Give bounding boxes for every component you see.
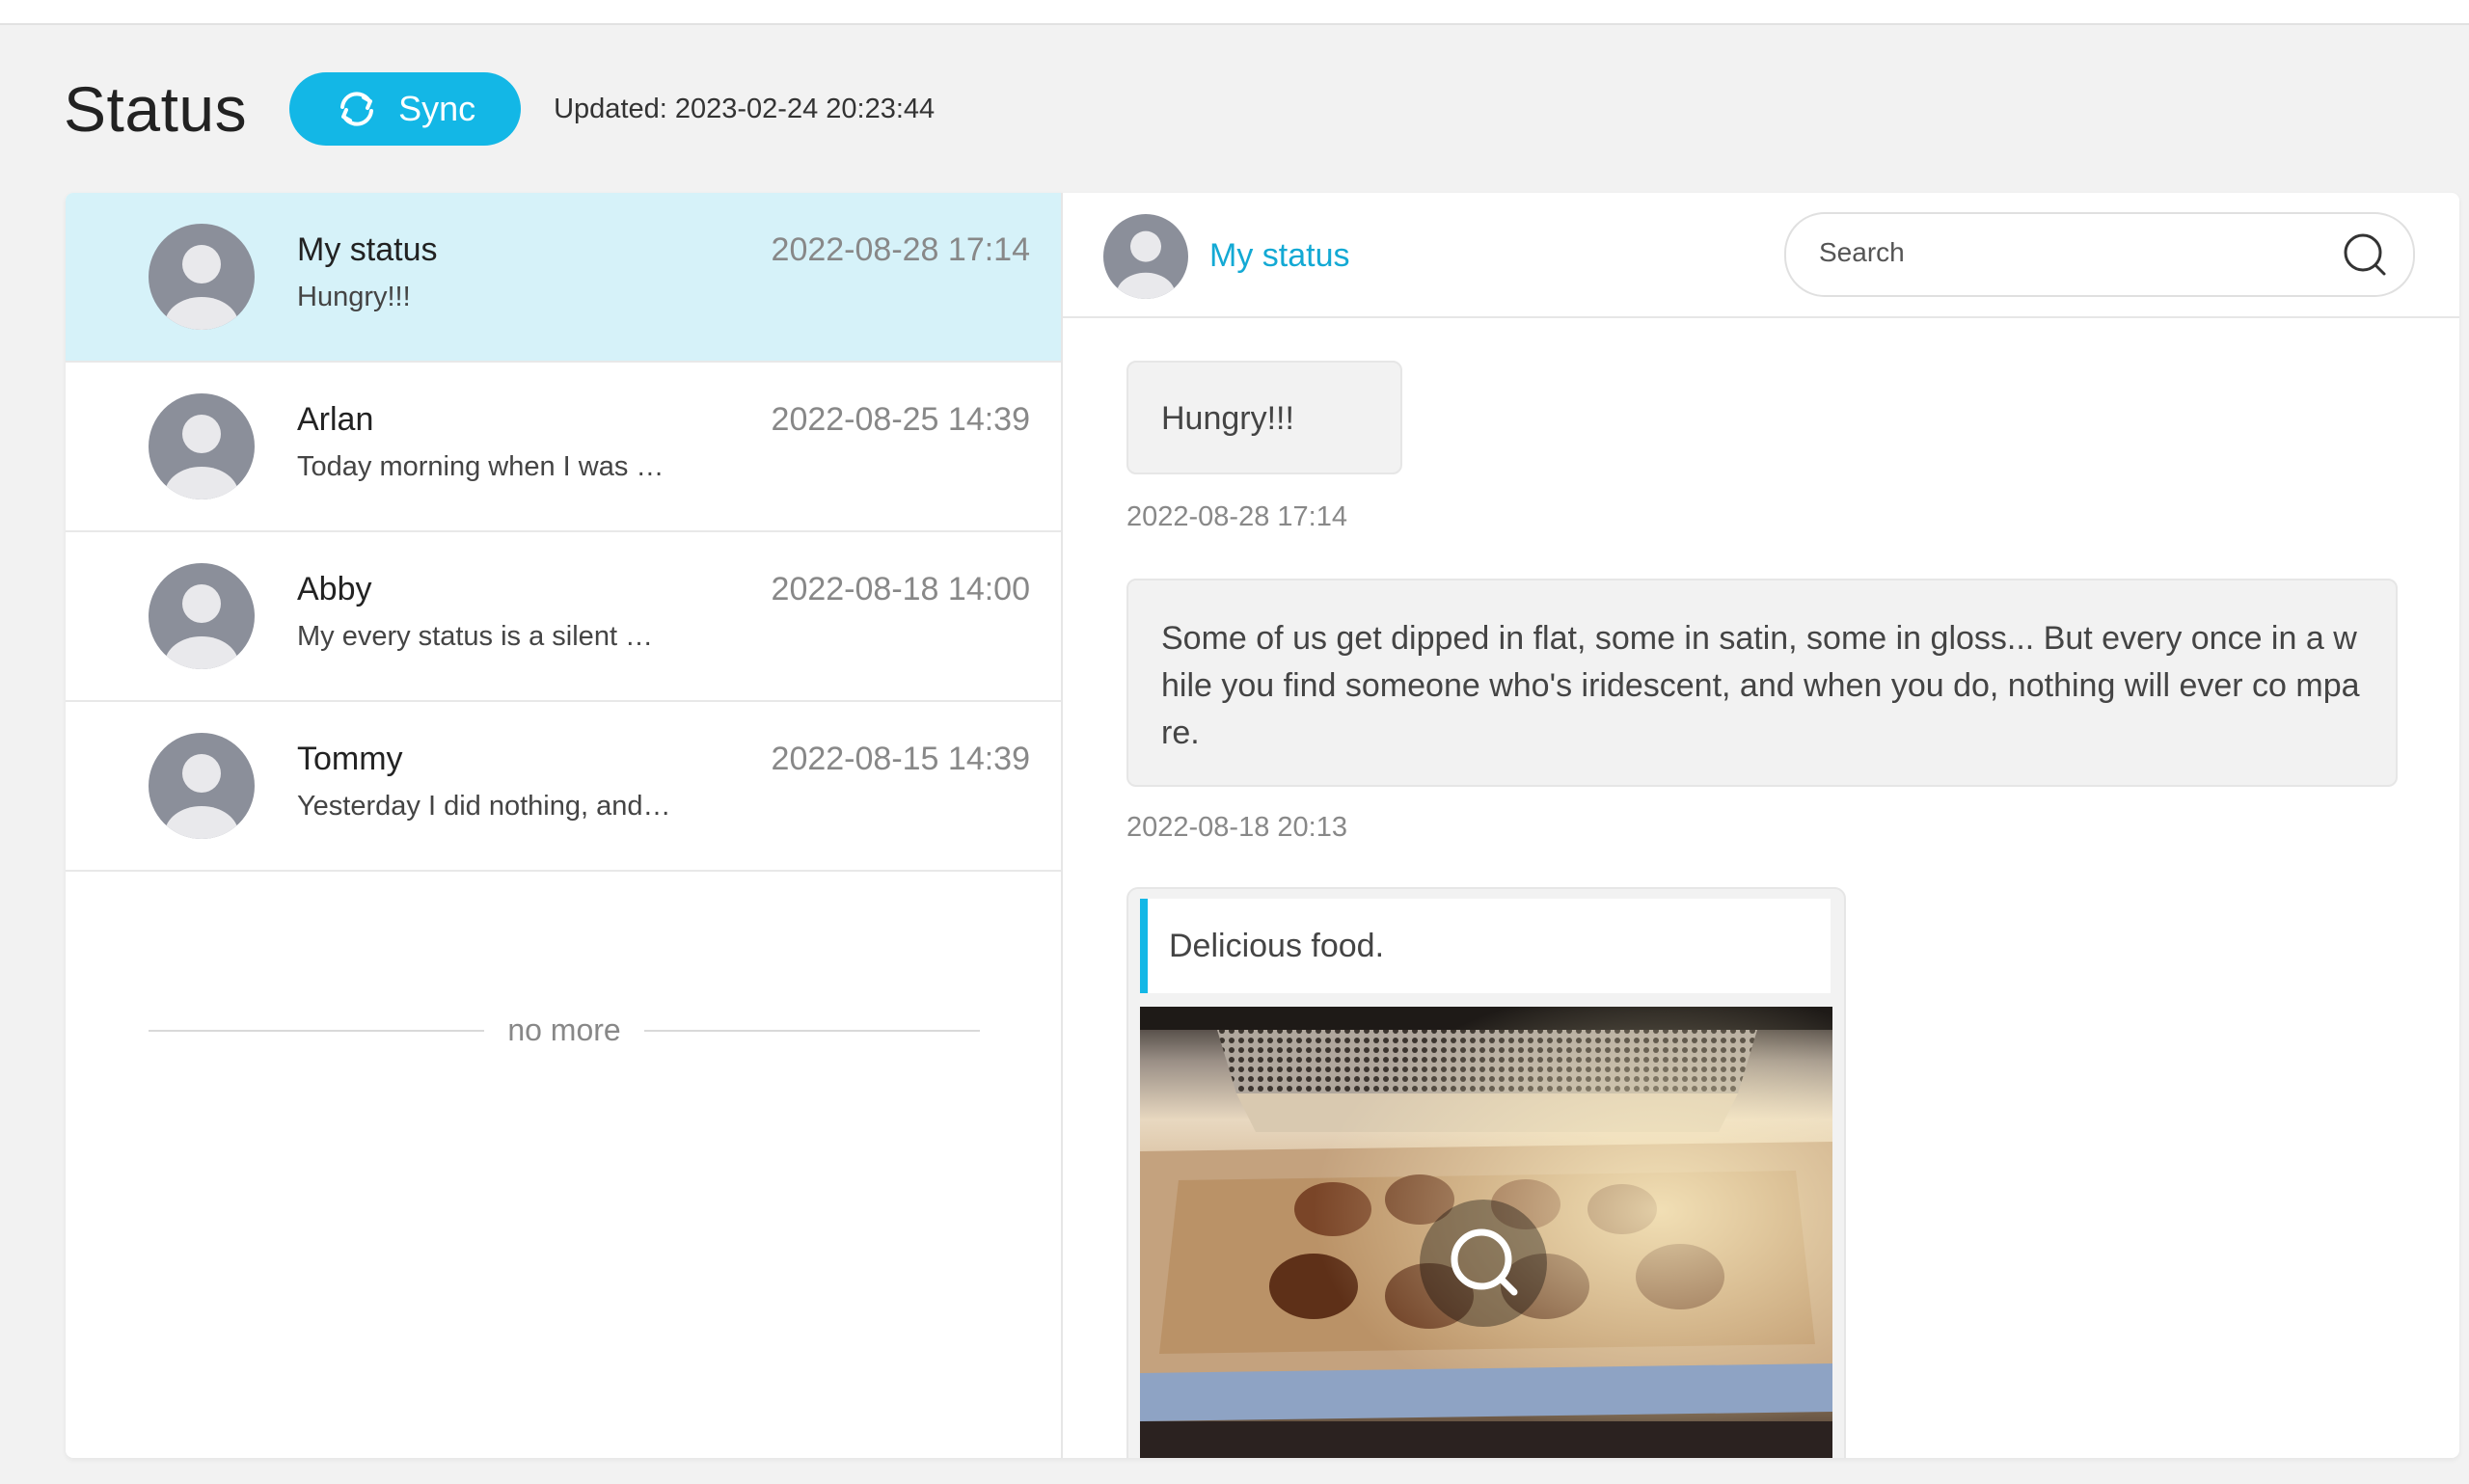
status-preview: Yesterday I did nothing, and… xyxy=(297,791,671,822)
status-time: 2022-08-25 14:39 xyxy=(771,401,1030,438)
post-timestamp: 2022-08-18 20:13 xyxy=(1126,812,1347,843)
status-time: 2022-08-28 17:14 xyxy=(771,231,1030,268)
divider-line xyxy=(643,1029,981,1032)
detail-title: My status xyxy=(1209,237,1350,274)
divider-line xyxy=(149,1029,485,1032)
post-caption: Delicious food. xyxy=(1140,899,1831,993)
search-icon[interactable] xyxy=(2342,231,2388,283)
page-header: Status Sync Updated: 2023-02-24 20:23:44 xyxy=(64,67,935,150)
status-preview: My every status is a silent … xyxy=(297,621,654,652)
status-preview: Hungry!!! xyxy=(297,282,411,312)
status-name: My status xyxy=(297,231,438,268)
status-post-image-card: Delicious food. xyxy=(1126,887,1846,1458)
no-more-label: no more xyxy=(507,1012,621,1047)
avatar xyxy=(149,224,255,335)
sync-label: Sync xyxy=(398,89,476,128)
status-time: 2022-08-18 14:00 xyxy=(771,571,1030,607)
sync-button[interactable]: Sync xyxy=(289,72,522,146)
status-item-abby[interactable]: Abby My every status is a silent … 2022-… xyxy=(66,532,1061,702)
status-list: My status Hungry!!! 2022-08-28 17:14 Arl… xyxy=(66,193,1063,1458)
search-placeholder: Search xyxy=(1819,237,1905,267)
status-name: Tommy xyxy=(297,741,403,777)
updated-timestamp: Updated: 2023-02-24 20:23:44 xyxy=(554,93,936,124)
status-detail: My status Search Hungry!!! 2022-08-28 17… xyxy=(1063,193,2459,1458)
avatar xyxy=(1103,214,1188,304)
status-post-text: Hungry!!! xyxy=(1126,361,1402,474)
status-time: 2022-08-15 14:39 xyxy=(771,741,1030,777)
post-timestamp: 2022-08-28 17:14 xyxy=(1126,501,1347,532)
status-panel: My status Hungry!!! 2022-08-28 17:14 Arl… xyxy=(66,193,2459,1458)
search-input[interactable]: Search xyxy=(1784,212,2415,297)
status-item-arlan[interactable]: Arlan Today morning when I was … 2022-08… xyxy=(66,363,1061,532)
status-preview: Today morning when I was … xyxy=(297,451,665,482)
status-item-my-status[interactable]: My status Hungry!!! 2022-08-28 17:14 xyxy=(66,193,1061,363)
status-name: Abby xyxy=(297,571,372,607)
sync-icon xyxy=(340,92,374,126)
avatar xyxy=(149,563,255,674)
status-post-text: Some of us get dipped in flat, some in s… xyxy=(1126,579,2398,787)
status-name: Arlan xyxy=(297,401,374,438)
avatar xyxy=(149,733,255,844)
top-bar xyxy=(0,0,2469,25)
detail-header: My status Search xyxy=(1063,193,2459,318)
food-photo[interactable] xyxy=(1140,1007,1832,1458)
status-item-tommy[interactable]: Tommy Yesterday I did nothing, and… 2022… xyxy=(66,702,1061,872)
list-end-divider: no more xyxy=(149,1012,981,1048)
page-title: Status xyxy=(64,73,248,145)
avatar xyxy=(149,393,255,504)
zoom-icon[interactable] xyxy=(1420,1200,1547,1327)
